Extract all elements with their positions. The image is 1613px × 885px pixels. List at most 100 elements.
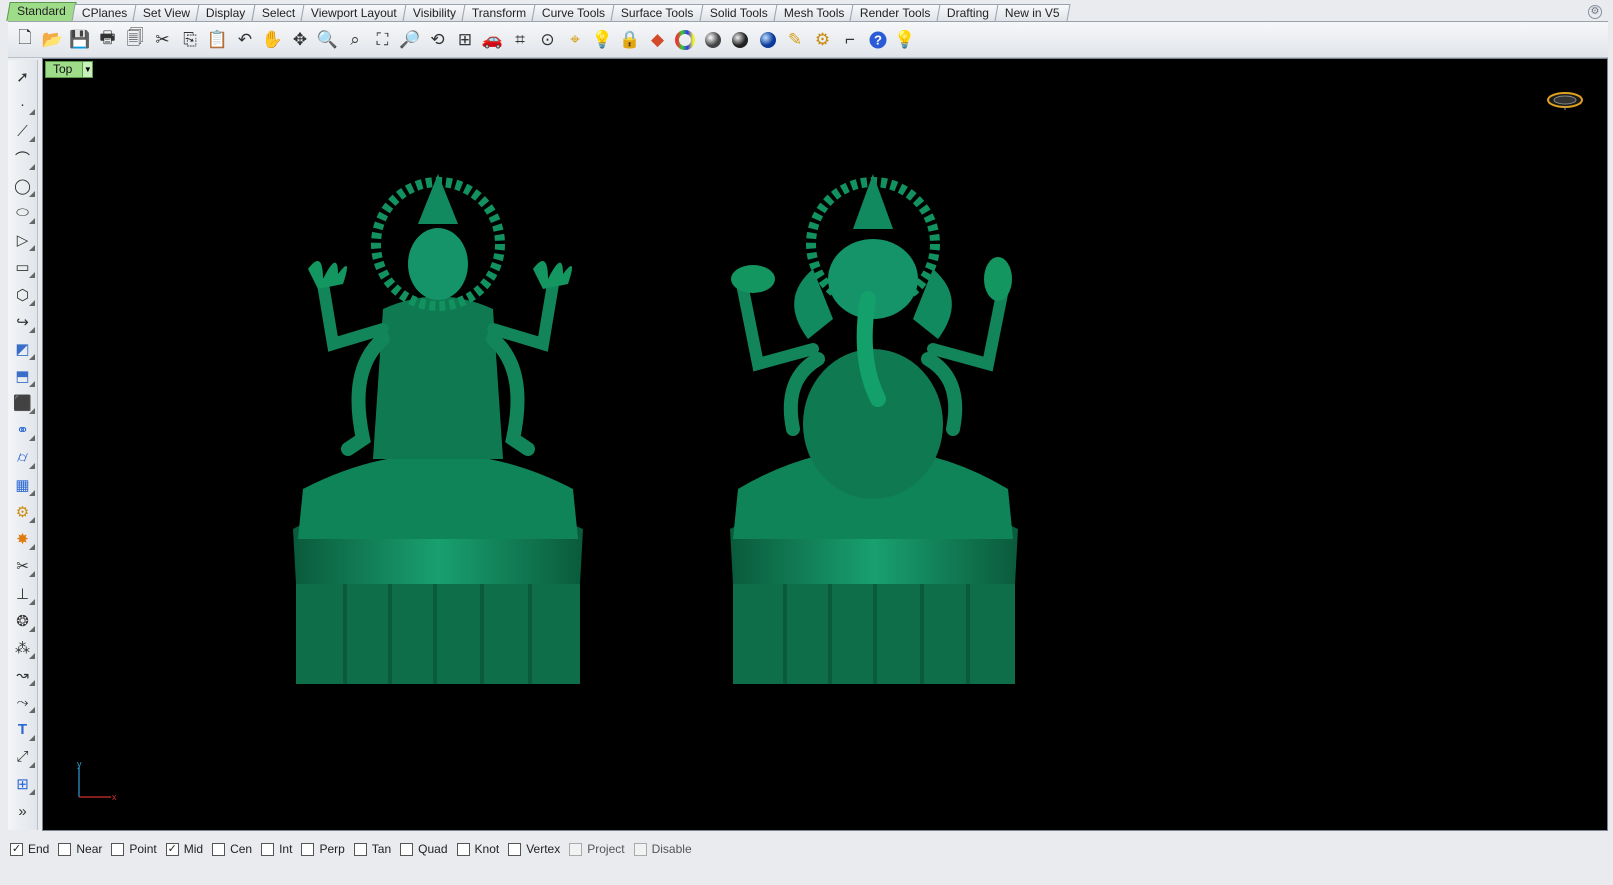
car-icon[interactable]: 🚗 [480, 27, 506, 53]
tab-new-in-v5[interactable]: New in V5 [994, 4, 1070, 21]
tab-mesh-tools[interactable]: Mesh Tools [773, 4, 855, 21]
tab-display[interactable]: Display [195, 4, 257, 21]
rotate-view-icon[interactable]: ✥ [287, 27, 313, 53]
osnap-mid[interactable]: ✓ Mid [165, 842, 203, 856]
osnap-vertex-checkbox[interactable] [508, 842, 522, 856]
blend-icon[interactable]: ⤳ [10, 689, 36, 715]
osnap-icon[interactable]: ⌖ [562, 27, 588, 53]
zoom-previous-icon[interactable]: ⟲ [425, 27, 451, 53]
osnap-mid-checkbox[interactable]: ✓ [165, 842, 179, 856]
four-viewports-icon[interactable]: ⊞ [452, 27, 478, 53]
osnap-tan-checkbox[interactable] [353, 842, 367, 856]
ellipse-icon[interactable]: ⬭ [10, 200, 36, 226]
zoom-extents-icon[interactable]: ⛶ [370, 27, 396, 53]
gear-icon[interactable]: ⚙ [10, 499, 36, 525]
help-icon[interactable]: ? [865, 27, 891, 53]
tab-cplanes[interactable]: CPlanes [71, 4, 138, 21]
fillet-icon[interactable]: ↪ [10, 309, 36, 335]
mesh-icon[interactable]: ▦ [10, 472, 36, 498]
text-icon[interactable]: T [10, 717, 36, 743]
osnap-project-checkbox[interactable] [569, 842, 583, 856]
render-icon[interactable]: ✎ [782, 27, 808, 53]
curve-icon[interactable]: ⌒ [10, 146, 36, 172]
osnap-int-checkbox[interactable] [261, 842, 275, 856]
color-wheel-icon[interactable] [672, 27, 698, 53]
osnap-quad-checkbox[interactable] [400, 842, 414, 856]
osnap-cen[interactable]: Cen [212, 842, 252, 856]
osnap-int[interactable]: Int [261, 842, 292, 856]
sphere-icon[interactable]: ⚭ [10, 417, 36, 443]
viewport-menu-chevron-down-icon[interactable]: ▼ [82, 62, 93, 77]
osnap-project[interactable]: Project [569, 842, 625, 856]
navigation-widget-icon[interactable] [1545, 89, 1585, 111]
light-bulb-icon[interactable]: 💡 [590, 27, 616, 53]
snap-icon[interactable]: ⊙ [535, 27, 561, 53]
layer-icon[interactable]: ◆ [645, 27, 671, 53]
tab-surface-tools[interactable]: Surface Tools [610, 4, 705, 21]
osnap-end[interactable]: ✓ End [10, 842, 49, 856]
print-icon[interactable]: 🖶 [95, 27, 121, 53]
dimension-icon[interactable]: ⌐ [837, 27, 863, 53]
split-icon[interactable]: ⊥ [10, 581, 36, 607]
osnap-near-checkbox[interactable] [58, 842, 72, 856]
copy-icon[interactable]: ⎘ [177, 27, 203, 53]
osnap-point[interactable]: Point [111, 842, 157, 856]
osnap-vertex[interactable]: Vertex [508, 842, 560, 856]
tab-select[interactable]: Select [251, 4, 306, 21]
osnap-disable-checkbox[interactable] [633, 842, 647, 856]
undo-icon[interactable]: ↶ [232, 27, 258, 53]
blue-sphere-icon[interactable] [755, 27, 781, 53]
polygon-icon[interactable]: ▷ [10, 227, 36, 253]
polyline-icon[interactable]: ⟋ [10, 118, 36, 144]
trim-icon[interactable]: ✂ [10, 553, 36, 579]
tab-render-tools[interactable]: Render Tools [849, 4, 942, 21]
lock-icon[interactable]: 🔒 [617, 27, 643, 53]
array-icon[interactable]: ⁂ [10, 635, 36, 661]
tab-options-gear-icon[interactable]: ⚙ [1588, 5, 1602, 19]
box-icon[interactable]: ⬛ [10, 390, 36, 416]
osnap-near[interactable]: Near [58, 842, 102, 856]
lakshmi-statue-model[interactable] [288, 169, 588, 684]
surface-icon[interactable]: ◩ [10, 336, 36, 362]
settings-gear-icon[interactable]: ⚙ [810, 27, 836, 53]
tab-drafting[interactable]: Drafting [936, 4, 1000, 21]
boolean-icon[interactable]: ❂ [10, 608, 36, 634]
extrude-icon[interactable]: ⬒ [10, 363, 36, 389]
import-icon[interactable]: 🗐 [122, 27, 148, 53]
hint-icon[interactable]: 💡 [892, 27, 918, 53]
osnap-disable[interactable]: Disable [633, 842, 692, 856]
tab-curve-tools[interactable]: Curve Tools [531, 4, 616, 21]
rendered-sphere-icon[interactable] [727, 27, 753, 53]
offset-icon[interactable]: ↝ [10, 662, 36, 688]
osnap-point-checkbox[interactable] [111, 842, 125, 856]
zoom-icon[interactable]: 🔍 [315, 27, 341, 53]
pan-hand-icon[interactable]: ✋ [260, 27, 286, 53]
select-arrow-icon[interactable]: ➚ [10, 64, 36, 90]
more-icon[interactable]: » [10, 798, 36, 824]
osnap-end-checkbox[interactable]: ✓ [10, 842, 23, 856]
tab-solid-tools[interactable]: Solid Tools [699, 4, 779, 21]
tab-set-view[interactable]: Set View [132, 4, 201, 21]
point-icon[interactable]: · [10, 91, 36, 117]
new-file-icon[interactable]: 🗋 [12, 27, 38, 53]
osnap-quad[interactable]: Quad [400, 842, 448, 856]
rectangle-icon[interactable]: ▭ [10, 254, 36, 280]
tab-visibility[interactable]: Visibility [402, 4, 467, 21]
osnap-cen-checkbox[interactable] [212, 842, 226, 856]
tab-viewport-layout[interactable]: Viewport Layout [300, 4, 408, 21]
zoom-window-icon[interactable]: ⌕ [342, 27, 368, 53]
paste-icon[interactable]: 📋 [205, 27, 231, 53]
top-viewport[interactable]: Top ▼ y x [42, 58, 1608, 831]
circle-icon[interactable]: ◯ [10, 173, 36, 199]
osnap-knot[interactable]: Knot [456, 842, 499, 856]
osnap-tan[interactable]: Tan [353, 842, 391, 856]
osnap-perp-checkbox[interactable] [301, 842, 315, 856]
shaded-sphere-icon[interactable] [700, 27, 726, 53]
osnap-knot-checkbox[interactable] [456, 842, 470, 856]
cut-icon[interactable]: ✂ [150, 27, 176, 53]
explode-icon[interactable]: ✸ [10, 526, 36, 552]
group-icon[interactable]: ⊞ [10, 771, 36, 797]
save-icon[interactable]: 💾 [67, 27, 93, 53]
grid-icon[interactable]: ⌗ [507, 27, 533, 53]
tab-transform[interactable]: Transform [461, 4, 537, 21]
